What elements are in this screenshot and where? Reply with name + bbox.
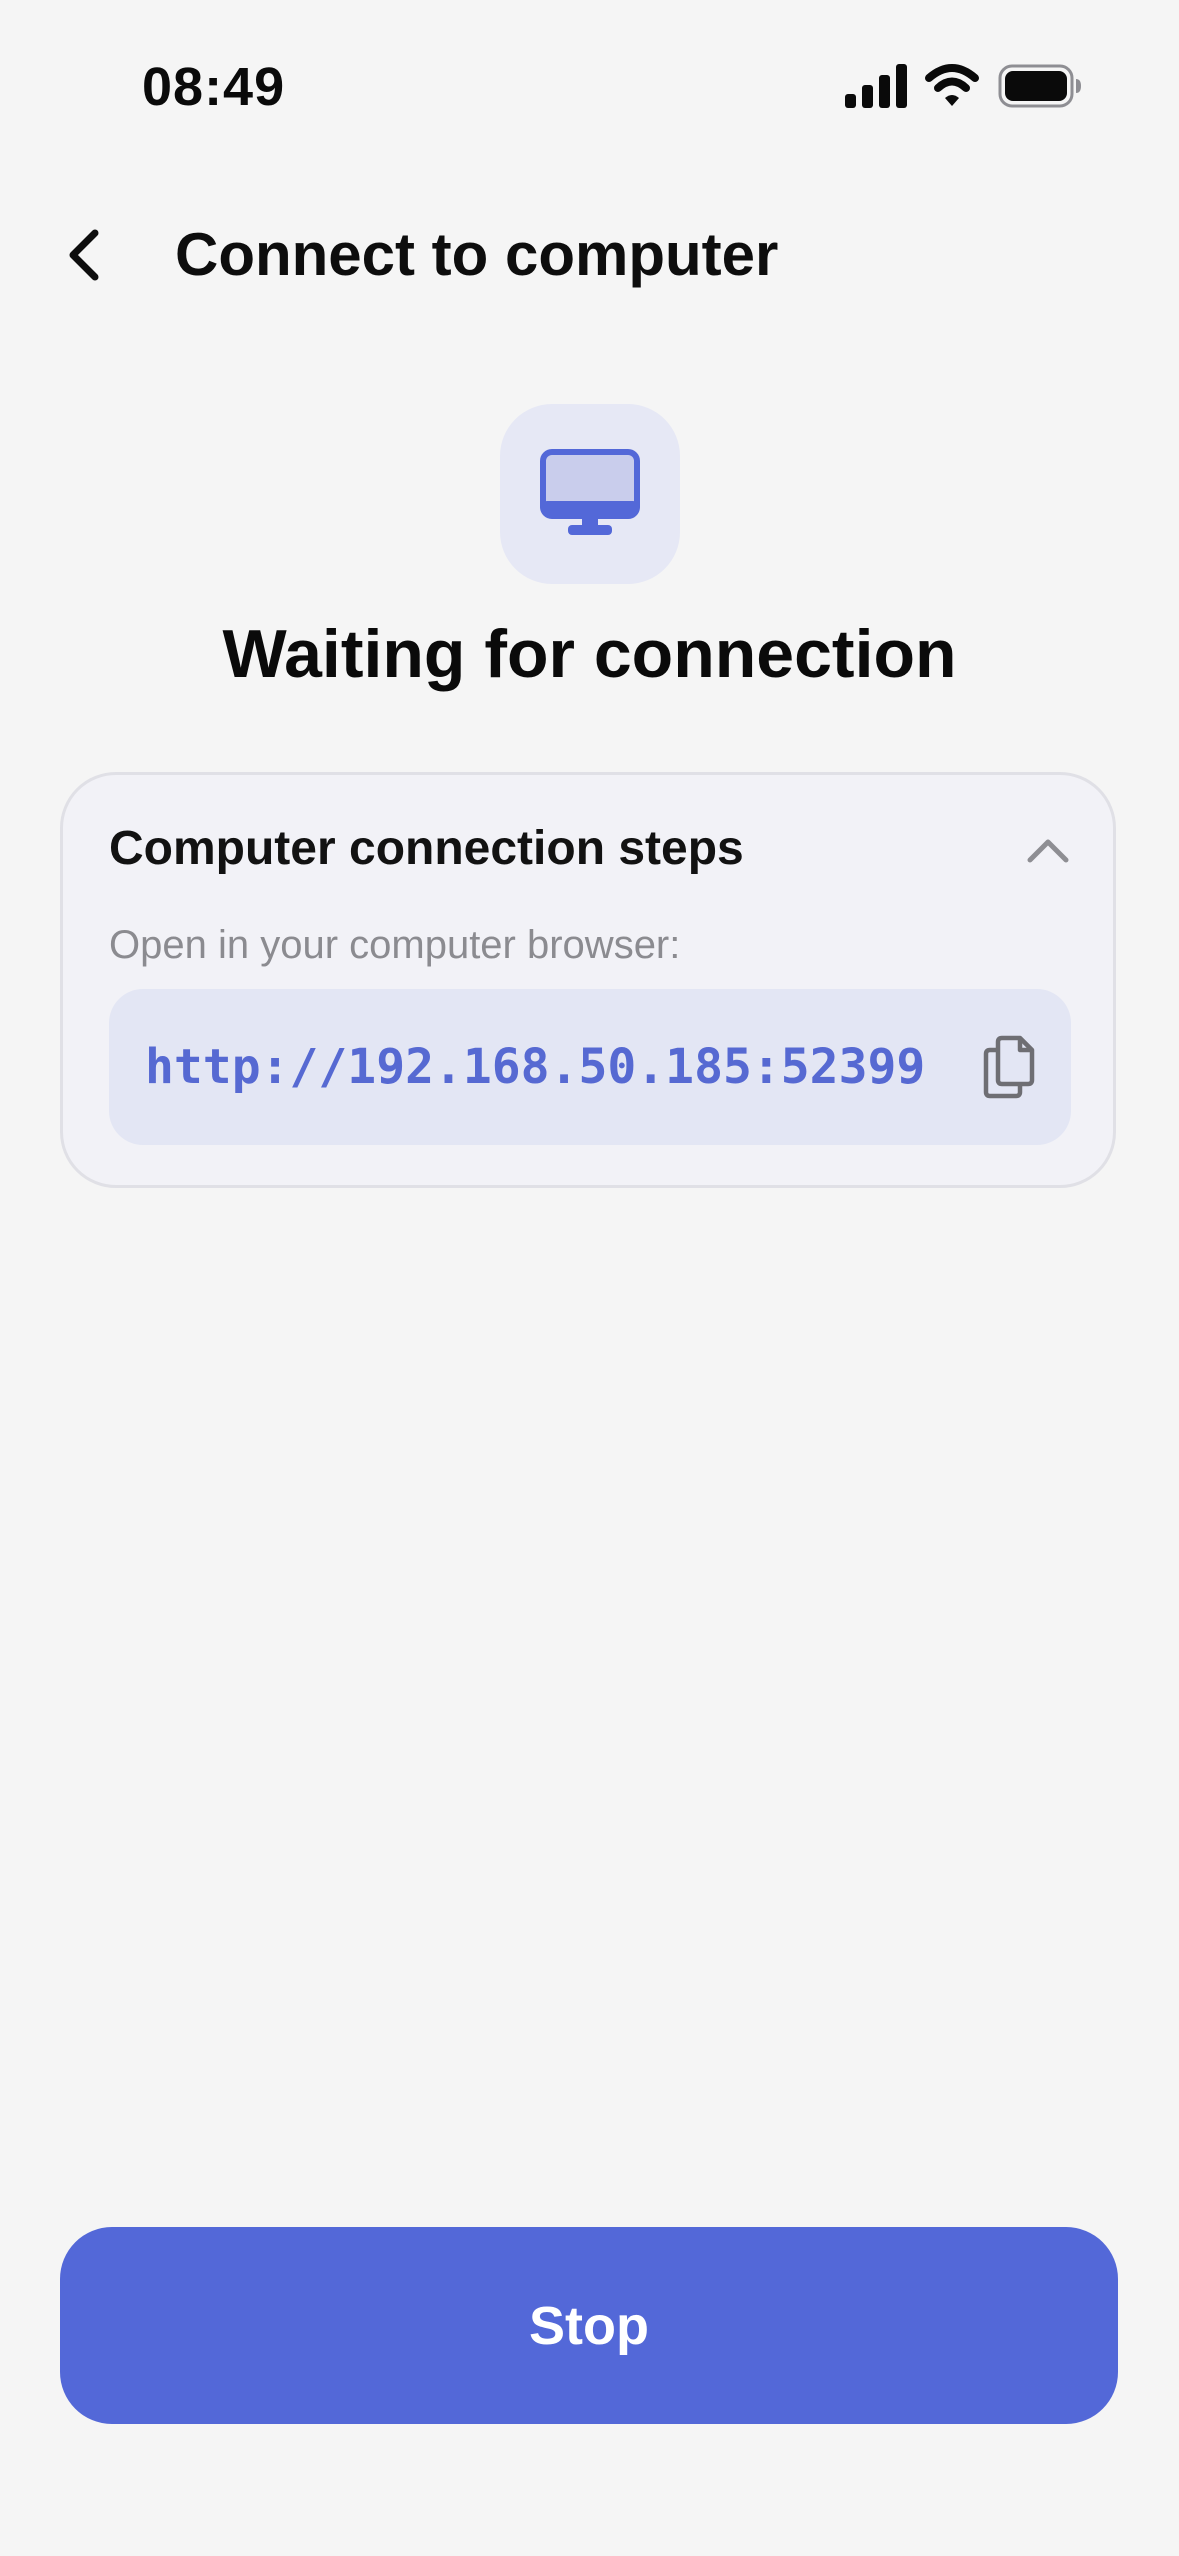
- copy-icon: [983, 1035, 1035, 1099]
- stop-button[interactable]: Stop: [60, 2227, 1118, 2424]
- connection-steps-title: Computer connection steps: [109, 822, 744, 875]
- browser-instruction: Open in your computer browser:: [109, 923, 681, 967]
- chevron-up-icon: [1027, 839, 1069, 863]
- status-time: 08:49: [142, 57, 286, 117]
- computer-icon-tile: [500, 404, 680, 584]
- page-title: Connect to computer: [175, 221, 779, 288]
- connection-steps-card: Computer connection steps Open in your c…: [60, 772, 1116, 1188]
- connection-url-box: http://192.168.50.185:52399: [109, 989, 1071, 1145]
- back-button[interactable]: [40, 210, 130, 300]
- wifi-icon: [925, 64, 979, 106]
- battery-icon: [998, 64, 1081, 108]
- connection-status-title: Waiting for connection: [222, 616, 957, 692]
- cellular-signal-icon: [845, 64, 907, 108]
- connection-url[interactable]: http://192.168.50.185:52399: [145, 1039, 925, 1095]
- navigation-bar: Connect to computer: [0, 190, 1179, 320]
- chevron-left-icon: [69, 229, 99, 281]
- copy-url-button[interactable]: [971, 1029, 1047, 1105]
- desktop-computer-icon: [540, 449, 640, 535]
- collapse-steps-button[interactable]: [1013, 815, 1083, 885]
- status-bar: 08:49: [0, 0, 1179, 170]
